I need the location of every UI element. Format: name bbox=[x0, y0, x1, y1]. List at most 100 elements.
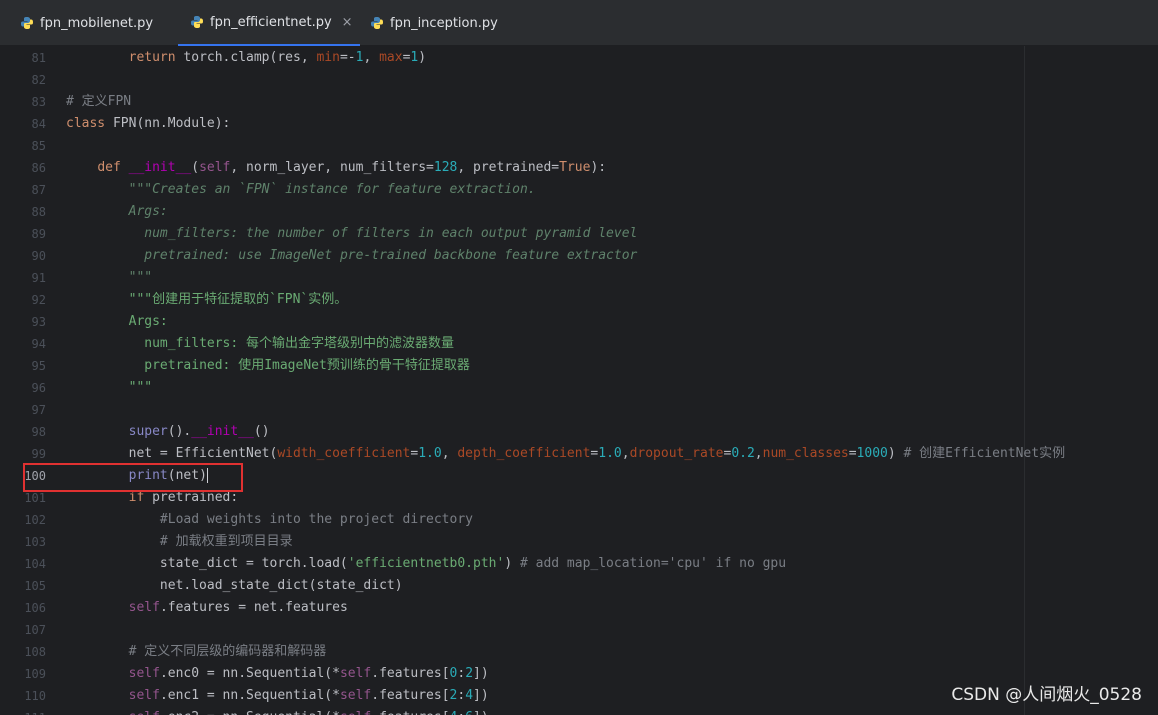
code-token: min bbox=[316, 50, 340, 65]
code-token: __init__ bbox=[191, 424, 254, 439]
code-line[interactable]: num_filters: 每个输出金字塔级别中的滤波器数量 bbox=[66, 333, 1158, 355]
code-line[interactable]: pretrained: use ImageNet pre-trained bac… bbox=[66, 245, 1158, 267]
code-token: pretrained: 使用ImageNet预训练的骨干特征提取器 bbox=[144, 358, 470, 373]
code-line[interactable] bbox=[66, 399, 1158, 421]
code-line[interactable]: # 定义不同层级的编码器和解码器 bbox=[66, 641, 1158, 663]
code-token: ) bbox=[504, 556, 520, 571]
line-number: 93 bbox=[31, 315, 46, 329]
code-token: # 加载权重到项目目录 bbox=[159, 534, 293, 549]
code-token: self bbox=[128, 600, 160, 615]
code-line[interactable]: self.enc2 = nn.Sequential(*self.features… bbox=[66, 707, 1158, 715]
line-number: 89 bbox=[31, 227, 46, 241]
code-line[interactable]: def __init__(self, norm_layer, num_filte… bbox=[66, 157, 1158, 179]
code-token: Args: bbox=[128, 314, 168, 329]
code-editor[interactable]: return torch.clamp(res, min=-1, max=1) # … bbox=[56, 46, 1158, 715]
code-line[interactable]: Args: bbox=[66, 311, 1158, 333]
code-token: def bbox=[97, 160, 121, 175]
code-token: self bbox=[339, 688, 372, 703]
tab-fpn-mobilenet[interactable]: fpn_mobilenet.py bbox=[20, 0, 160, 46]
code-line[interactable] bbox=[66, 619, 1158, 641]
code-token: .features[ bbox=[371, 710, 449, 715]
annotation-highlight-box bbox=[23, 463, 243, 492]
ide-window: fpn_mobilenet.py fpn_efficientnet.py × f… bbox=[0, 0, 1158, 715]
code-token: 1000 bbox=[856, 446, 888, 461]
python-file-icon bbox=[21, 17, 33, 29]
code-token: () bbox=[253, 424, 270, 439]
code-line[interactable]: """创建用于特征提取的`FPN`实例。 bbox=[66, 289, 1158, 311]
code-token: .enc1 = nn.Sequential(* bbox=[159, 688, 340, 703]
code-token: ]) bbox=[473, 666, 489, 681]
code-line[interactable]: super().__init__() bbox=[66, 421, 1158, 443]
line-number: 95 bbox=[31, 359, 46, 373]
code-line[interactable]: """Creates an `FPN` instance for feature… bbox=[66, 179, 1158, 201]
close-icon[interactable]: × bbox=[342, 15, 353, 30]
code-line[interactable]: Args: bbox=[66, 201, 1158, 223]
code-token: width_coefficient bbox=[277, 446, 411, 461]
code-line[interactable]: # 加载权重到项目目录 bbox=[66, 531, 1158, 553]
tab-fpn-inception[interactable]: fpn_inception.py bbox=[370, 0, 510, 46]
code-token: self bbox=[128, 666, 160, 681]
tab-label: fpn_efficientnet.py bbox=[210, 14, 332, 30]
line-number: 107 bbox=[24, 623, 46, 637]
line-number: 103 bbox=[24, 535, 46, 549]
line-number: 97 bbox=[31, 403, 46, 417]
code-token: .enc0 = nn.Sequential(* bbox=[159, 666, 340, 681]
code-token: #Load weights into the project directory bbox=[159, 512, 473, 527]
code-line[interactable]: self.features = net.features bbox=[66, 597, 1158, 619]
code-line[interactable]: pretrained: 使用ImageNet预训练的骨干特征提取器 bbox=[66, 355, 1158, 377]
code-token: self bbox=[340, 710, 371, 715]
code-token: 0.2 bbox=[731, 446, 755, 461]
watermark: CSDN @人间烟火_0528 bbox=[951, 685, 1142, 705]
code-line[interactable]: state_dict = torch.load('efficientnetb0.… bbox=[66, 553, 1158, 575]
line-number: 99 bbox=[31, 447, 46, 461]
code-line[interactable]: net.load_state_dict(state_dict) bbox=[66, 575, 1158, 597]
code-line[interactable]: """ bbox=[66, 377, 1158, 399]
code-line[interactable] bbox=[66, 69, 1158, 91]
line-number: 82 bbox=[31, 73, 46, 87]
code-token: .enc2 = nn.Sequential(* bbox=[160, 710, 340, 715]
code-token: 2 bbox=[465, 666, 474, 681]
code-token: # 定义FPN bbox=[66, 94, 132, 109]
code-token: 'efficientnetb0.pth' bbox=[347, 556, 505, 571]
code-token: pretrained: use ImageNet pre-trained bac… bbox=[144, 248, 638, 263]
tab-fpn-efficientnet[interactable]: fpn_efficientnet.py × bbox=[178, 0, 360, 46]
code-token: , pretrained= bbox=[457, 160, 560, 175]
code-line[interactable]: #Load weights into the project directory bbox=[66, 509, 1158, 531]
code-token: num_filters: the number of filters in ea… bbox=[144, 226, 638, 241]
code-line[interactable]: class FPN(nn.Module): bbox=[66, 113, 1158, 135]
code-token: pretrained: bbox=[144, 490, 239, 505]
code-token: True bbox=[559, 160, 591, 175]
tab-label: fpn_mobilenet.py bbox=[40, 15, 154, 31]
code-token: ( bbox=[191, 160, 200, 175]
code-line[interactable]: return torch.clamp(res, min=-1, max=1) bbox=[66, 47, 1158, 69]
code-line[interactable]: net = EfficientNet(width_coefficient = 1.0… bbox=[66, 443, 1158, 465]
code-token: , bbox=[363, 50, 380, 65]
code-token: """创建用于特征提取的`FPN`实例。 bbox=[128, 292, 348, 307]
line-number: 105 bbox=[24, 579, 46, 593]
line-number: 84 bbox=[31, 117, 46, 131]
code-line[interactable]: # 定义FPN bbox=[66, 91, 1158, 113]
code-token: ) bbox=[418, 50, 427, 65]
code-token: # add map_location='cpu' if no gpu bbox=[519, 556, 787, 571]
code-token: torch.clamp(res, bbox=[175, 50, 317, 65]
code-token: if bbox=[128, 490, 145, 505]
line-number: 108 bbox=[24, 645, 46, 659]
code-token: state_dict = torch.load( bbox=[66, 556, 348, 571]
code-line[interactable]: """ bbox=[66, 267, 1158, 289]
code-line[interactable] bbox=[66, 135, 1158, 157]
code-token: , bbox=[441, 446, 458, 461]
line-number: 94 bbox=[31, 337, 46, 351]
code-token: (). bbox=[167, 424, 192, 439]
code-token: ]) bbox=[473, 688, 489, 703]
line-number: 81 bbox=[31, 51, 46, 65]
code-token: 1.0 bbox=[598, 446, 622, 461]
code-line[interactable]: num_filters: the number of filters in ea… bbox=[66, 223, 1158, 245]
line-number: 104 bbox=[24, 557, 46, 571]
